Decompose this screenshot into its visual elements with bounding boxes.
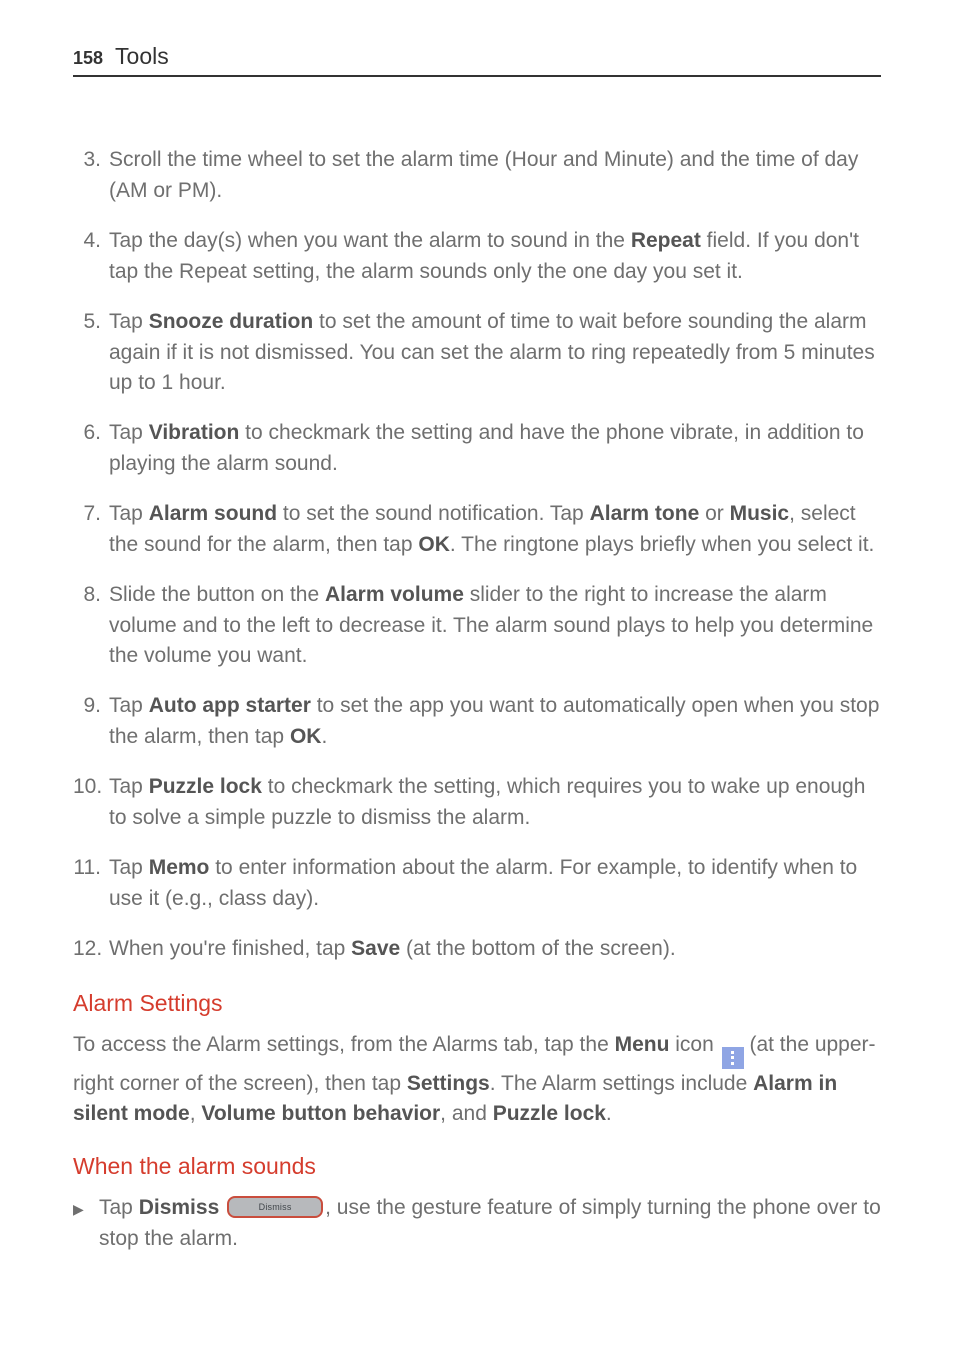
step-body: Tap Memo to enter information about the … <box>109 853 881 914</box>
bold-term: OK <box>290 725 322 748</box>
dismiss-icon: Dismiss <box>227 1196 323 1218</box>
bullet-body: Tap Dismiss Dismiss, use the gesture fea… <box>99 1193 881 1254</box>
step-body: When you're finished, tap Save (at the b… <box>109 934 881 964</box>
step-item: 10. Tap Puzzle lock to checkmark the sett… <box>73 772 881 833</box>
step-number: 11. <box>73 853 101 914</box>
heading-when-alarm-sounds: When the alarm sounds <box>73 1150 881 1183</box>
page: 158 Tools 3.Scroll the time wheel to set… <box>0 0 954 1326</box>
step-number: 8. <box>73 580 101 671</box>
step-number: 10. <box>73 772 101 833</box>
bold-term: Dismiss <box>139 1196 220 1219</box>
bold-term: Menu <box>615 1033 670 1056</box>
step-body: Tap Vibration to checkmark the setting a… <box>109 418 881 479</box>
bold-term: Save <box>351 937 400 960</box>
step-number: 3. <box>73 145 101 206</box>
running-title: Tools <box>115 40 169 73</box>
menu-icon <box>722 1047 744 1069</box>
step-number: 9. <box>73 691 101 752</box>
bold-term: Volume button behavior <box>201 1102 440 1125</box>
bold-term: Auto app starter <box>149 694 311 717</box>
bold-term: Music <box>730 502 790 525</box>
paragraph-alarm-settings: To access the Alarm settings, from the A… <box>73 1030 881 1130</box>
bold-term: Vibration <box>149 421 240 444</box>
bold-term: Puzzle lock <box>493 1102 606 1125</box>
step-item: 12. When you're finished, tap Save (at th… <box>73 934 881 964</box>
step-item: 6.Tap Vibration to checkmark the setting… <box>73 418 881 479</box>
step-number: 12. <box>73 934 101 964</box>
step-number: 6. <box>73 418 101 479</box>
bold-term: OK <box>418 533 450 556</box>
page-number: 158 <box>73 45 103 71</box>
bold-term: Puzzle lock <box>149 775 262 798</box>
bold-term: Alarm sound <box>149 502 277 525</box>
heading-alarm-settings: Alarm Settings <box>73 987 881 1020</box>
bold-term: Alarm tone <box>590 502 700 525</box>
bold-term: Memo <box>149 856 210 879</box>
step-item: 9.Tap Auto app starter to set the app yo… <box>73 691 881 752</box>
step-body: Slide the button on the Alarm volume sli… <box>109 580 881 671</box>
step-body: Tap Puzzle lock to checkmark the setting… <box>109 772 881 833</box>
step-body: Tap the day(s) when you want the alarm t… <box>109 226 881 287</box>
dismiss-icon-label: Dismiss <box>229 1198 321 1216</box>
bullet-item: ▶ Tap Dismiss Dismiss, use the gesture f… <box>73 1193 881 1254</box>
step-number: 5. <box>73 307 101 398</box>
bullet-marker: ▶ <box>73 1193 91 1254</box>
step-number: 4. <box>73 226 101 287</box>
step-item: 5.Tap Snooze duration to set the amount … <box>73 307 881 398</box>
bold-term: Settings <box>407 1072 490 1095</box>
step-item: 8.Slide the button on the Alarm volume s… <box>73 580 881 671</box>
step-number: 7. <box>73 499 101 560</box>
ordered-steps: 3.Scroll the time wheel to set the alarm… <box>73 145 881 964</box>
running-header: 158 Tools <box>73 40 881 77</box>
step-body: Tap Alarm sound to set the sound notific… <box>109 499 881 560</box>
bold-term: Repeat <box>631 229 701 252</box>
step-item: 3.Scroll the time wheel to set the alarm… <box>73 145 881 206</box>
step-item: 7.Tap Alarm sound to set the sound notif… <box>73 499 881 560</box>
step-body: Tap Snooze duration to set the amount of… <box>109 307 881 398</box>
step-item: 4.Tap the day(s) when you want the alarm… <box>73 226 881 287</box>
bold-term: Alarm volume <box>325 583 464 606</box>
step-body: Scroll the time wheel to set the alarm t… <box>109 145 881 206</box>
bold-term: Snooze duration <box>149 310 314 333</box>
step-body: Tap Auto app starter to set the app you … <box>109 691 881 752</box>
step-item: 11. Tap Memo to enter information about t… <box>73 853 881 914</box>
